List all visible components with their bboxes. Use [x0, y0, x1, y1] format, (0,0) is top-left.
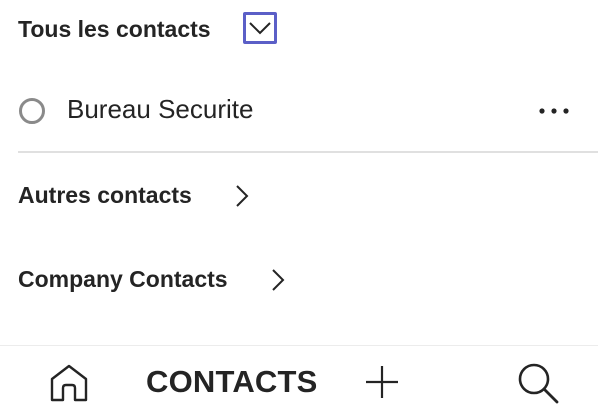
home-button[interactable] [48, 362, 90, 404]
add-contact-button[interactable] [364, 364, 400, 400]
more-options-button[interactable] [534, 98, 574, 124]
search-icon [516, 361, 560, 405]
page-title: CONTACTS [146, 364, 318, 399]
group-dropdown-button[interactable] [243, 12, 277, 44]
plus-icon [364, 364, 400, 400]
chevron-right-icon [234, 184, 250, 208]
chevron-down-icon [249, 21, 271, 35]
more-horizontal-icon [539, 108, 569, 114]
home-icon [48, 362, 90, 404]
presence-ring-icon [18, 97, 46, 125]
group-title: Tous les contacts [18, 15, 211, 42]
contact-row[interactable]: Bureau Securite [0, 84, 598, 140]
group-header: Tous les contacts [18, 10, 211, 48]
chevron-right-icon [270, 268, 286, 292]
bottom-navigation-bar: CONTACTS [0, 345, 598, 414]
contact-name: Bureau Securite [67, 94, 254, 124]
section-company-contacts[interactable]: Company Contacts [0, 258, 598, 302]
search-button[interactable] [516, 361, 560, 405]
section-label: Autres contacts [18, 182, 192, 208]
section-label: Company Contacts [18, 266, 228, 292]
section-autres-contacts[interactable]: Autres contacts [0, 174, 598, 218]
divider [18, 151, 598, 153]
